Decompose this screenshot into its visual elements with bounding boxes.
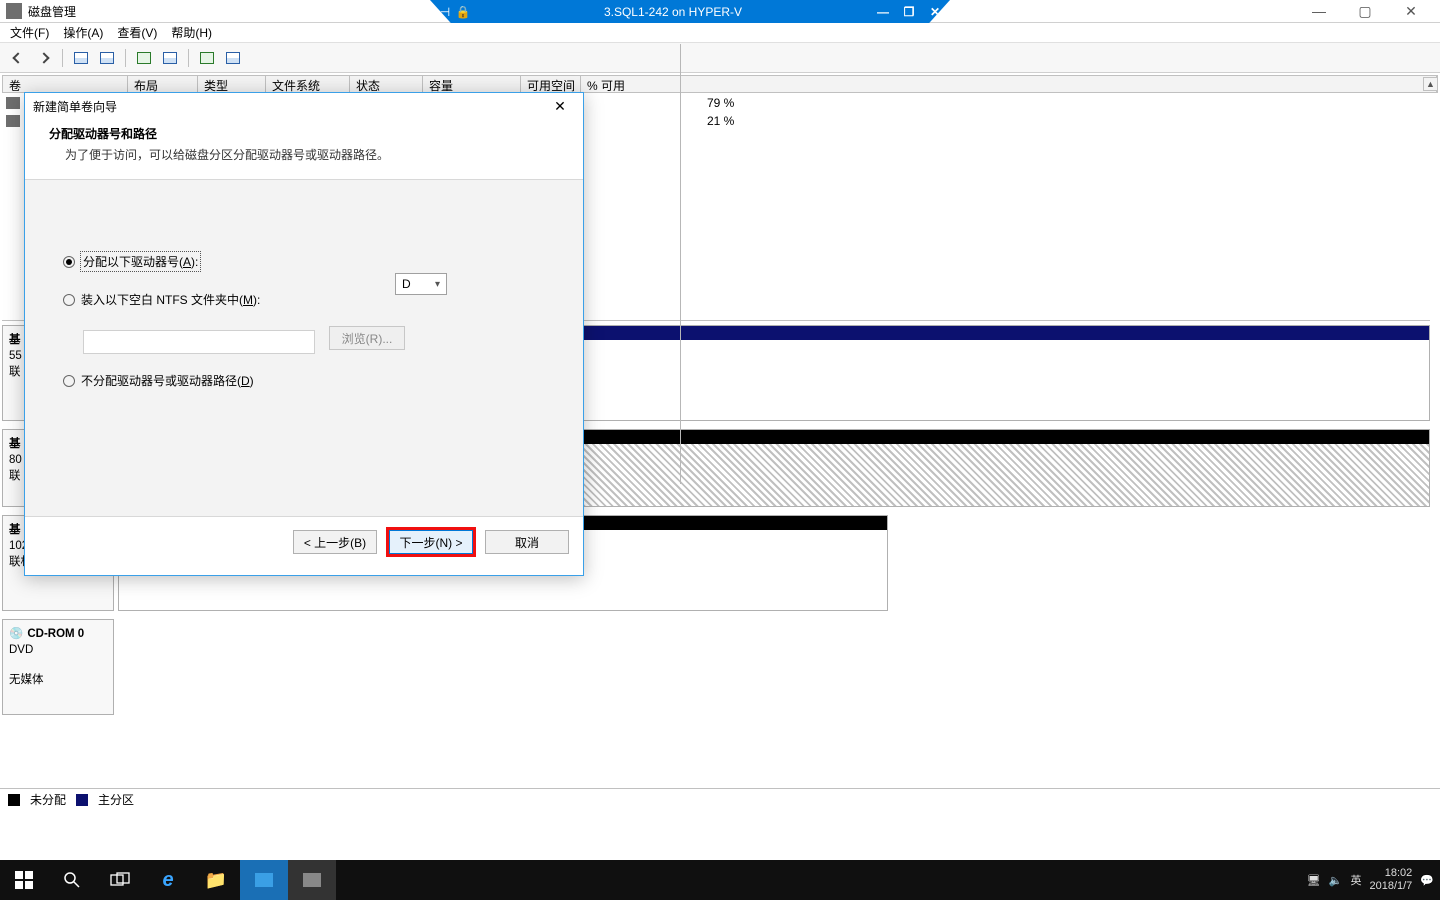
pct-cell: 79 % [707, 96, 734, 110]
ie-icon[interactable]: e [144, 860, 192, 900]
wizard-titlebar[interactable]: 新建简单卷向导 ✕ [25, 93, 583, 119]
menu-bar: 文件(F) 操作(A) 查看(V) 帮助(H) [0, 23, 1440, 43]
cdrom-type: DVD [9, 642, 107, 658]
drive-icon [6, 115, 20, 127]
cdrom-title: CD-ROM 0 [27, 626, 84, 642]
wizard-header: 分配驱动器号和路径 为了便于访问，可以给磁盘分区分配驱动器号或驱动器路径。 [25, 119, 583, 179]
vm-connection-bar: ⊣ 🔒 3.SQL1-242 on HYPER-V — ❐ ✕ [430, 0, 950, 23]
toolbar-btn-1[interactable] [69, 47, 93, 69]
wizard-heading: 分配驱动器号和路径 [49, 125, 559, 142]
menu-action[interactable]: 操作(A) [63, 25, 103, 40]
toolbar-btn-6[interactable] [221, 47, 245, 69]
menu-help[interactable]: 帮助(H) [171, 25, 212, 40]
legend-swatch-unallocated [8, 794, 20, 806]
back-button[interactable]: < 上一步(B) [293, 530, 377, 554]
wizard-body: 分配以下驱动器号(A): 装入以下空白 NTFS 文件夹中(M): 浏览(R).… [25, 179, 583, 517]
col-volume[interactable]: 卷 [3, 76, 128, 92]
opt-no-assign[interactable]: 不分配驱动器号或驱动器路径(D) [63, 372, 559, 389]
col-free[interactable]: 可用空间 [521, 76, 581, 92]
toolbar-btn-4[interactable] [158, 47, 182, 69]
wizard-footer: < 上一步(B) 下一步(N) > 取消 [25, 517, 583, 567]
wizard-dialog: 新建简单卷向导 ✕ 分配驱动器号和路径 为了便于访问，可以给磁盘分区分配驱动器号… [24, 92, 584, 576]
toolbar-separator [125, 49, 126, 67]
next-button[interactable]: 下一步(N) > [389, 530, 473, 554]
menu-file[interactable]: 文件(F) [10, 25, 49, 40]
pct-cell: 21 % [707, 114, 734, 128]
taskview-button[interactable] [96, 860, 144, 900]
close-button[interactable]: ✕ [1388, 3, 1434, 20]
toolbar-btn-5[interactable] [195, 47, 219, 69]
clock-date: 2018/1/7 [1369, 880, 1412, 893]
ime-indicator[interactable]: 英 [1350, 872, 1361, 888]
taskbar-app-2[interactable] [288, 860, 336, 900]
radio-icon [63, 375, 75, 387]
vm-minimize[interactable]: — [874, 5, 892, 19]
opt-mount-folder[interactable]: 装入以下空白 NTFS 文件夹中(M): [63, 291, 559, 308]
nav-back-button[interactable] [6, 47, 30, 69]
app-icon [6, 3, 22, 19]
toolbar-separator [62, 49, 63, 67]
col-filesystem[interactable]: 文件系统 [266, 76, 350, 92]
opt-assign-letter[interactable]: 分配以下驱动器号(A): [63, 252, 559, 271]
action-center-icon[interactable]: 💬 [1420, 874, 1434, 887]
taskbar: e 📁 🖥 🔈 英 18:02 2018/1/7 💬 [0, 860, 1440, 900]
cdrom-state: 无媒体 [9, 672, 107, 688]
menu-view[interactable]: 查看(V) [117, 25, 157, 40]
legend-primary: 主分区 [98, 791, 134, 808]
radio-icon [63, 294, 75, 306]
toolbar-btn-3[interactable] [132, 47, 156, 69]
disc-icon: 💿 [9, 626, 23, 642]
explorer-icon[interactable]: 📁 [192, 860, 240, 900]
search-button[interactable] [48, 860, 96, 900]
nav-forward-button[interactable] [32, 47, 56, 69]
wizard-subheading: 为了便于访问，可以给磁盘分区分配驱动器号或驱动器路径。 [49, 146, 559, 163]
legend: 未分配 主分区 [0, 788, 1440, 810]
tray-volume-icon[interactable]: 🔈 [1329, 874, 1343, 887]
vm-restore[interactable]: ❐ [900, 5, 918, 19]
col-status[interactable]: 状态 [350, 76, 423, 92]
drive-letter-value: D [402, 277, 411, 291]
lock-icon: 🔒 [454, 5, 472, 19]
vm-title: 3.SQL1-242 on HYPER-V [472, 5, 874, 19]
toolbar-btn-2[interactable] [95, 47, 119, 69]
wizard-title: 新建简单卷向导 [33, 98, 117, 115]
drive-icon [6, 97, 20, 109]
browse-button: 浏览(R)... [329, 326, 405, 350]
scroll-up-button[interactable]: ▲ [1423, 77, 1438, 91]
chevron-down-icon: ▾ [435, 279, 440, 290]
col-type[interactable]: 类型 [198, 76, 266, 92]
cancel-button[interactable]: 取消 [485, 530, 569, 554]
wizard-close-button[interactable]: ✕ [545, 98, 575, 115]
drive-letter-select[interactable]: D ▾ [395, 273, 447, 295]
tray-network-icon[interactable]: 🖥 [1307, 874, 1321, 887]
minimize-button[interactable]: — [1296, 3, 1342, 20]
volume-list-header: 卷 布局 类型 文件系统 状态 容量 可用空间 % 可用 [2, 75, 1438, 93]
cdrom-label: 💿CD-ROM 0 DVD 无媒体 [2, 619, 114, 715]
toolbar-separator [188, 49, 189, 67]
legend-swatch-primary [76, 794, 88, 806]
taskbar-app-1[interactable] [240, 860, 288, 900]
legend-unallocated: 未分配 [30, 791, 66, 808]
window-title: 磁盘管理 [28, 3, 76, 20]
radio-icon [63, 256, 75, 268]
mount-path-input [83, 330, 315, 354]
col-percent[interactable]: % 可用 [581, 76, 1437, 92]
col-layout[interactable]: 布局 [128, 76, 198, 92]
toolbar [0, 43, 1440, 73]
system-tray: 🖥 🔈 英 18:02 2018/1/7 💬 [1307, 867, 1440, 893]
clock-time: 18:02 [1369, 867, 1412, 880]
clock[interactable]: 18:02 2018/1/7 [1369, 867, 1412, 893]
maximize-button[interactable]: ▢ [1342, 3, 1388, 20]
col-capacity[interactable]: 容量 [423, 76, 521, 92]
start-button[interactable] [0, 860, 48, 900]
